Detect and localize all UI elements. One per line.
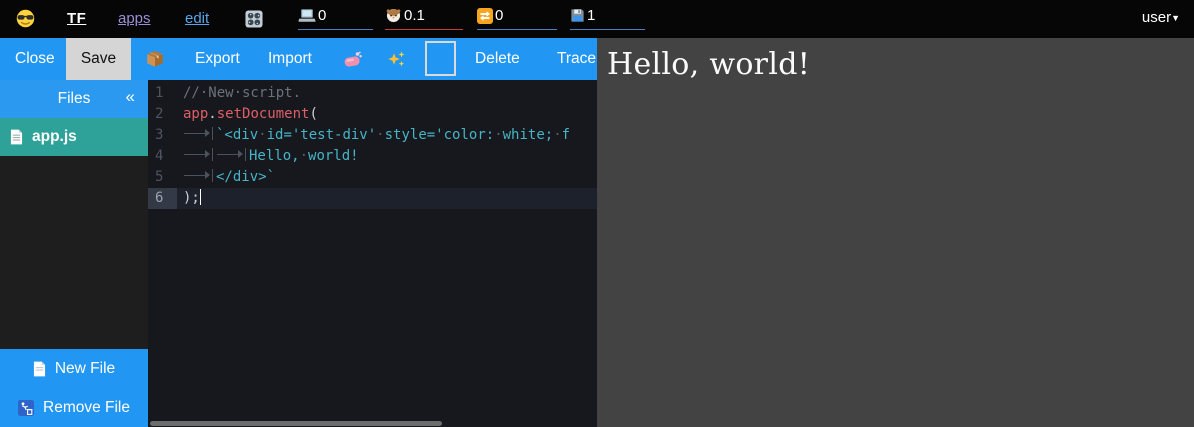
trace-button[interactable]: Trace [557,38,596,80]
tab-marker [216,148,246,161]
code-line: 1 //·New·script. [148,83,597,104]
stat-hamster[interactable]: 0.1 [385,7,463,30]
code-content: ); [177,188,201,209]
code-token: id='test-div' [267,127,377,143]
user-menu-label: user [1142,9,1171,26]
files-header-title: Files [58,90,91,108]
chevron-down-icon: ▼ [1171,13,1180,23]
code-token: style='color: [385,127,495,143]
line-number: 5 [148,167,177,188]
code-line: 2app.setDocument( [148,104,597,125]
stat-laptop[interactable]: 0 [298,7,373,30]
code-line: 6); [148,188,597,209]
laptop-icon [298,7,316,23]
user-menu[interactable]: user▼ [1142,9,1180,26]
code-token: · [553,127,561,143]
top-bar: TF apps edit 0 [0,0,1194,38]
code-token: ( [309,106,317,122]
code-token: ); [183,190,200,206]
code-token: · [300,148,308,164]
code-token: · [494,127,502,143]
line-number: 2 [148,104,177,125]
document-icon [10,129,23,145]
code-editor[interactable]: 1//·New·script.2app.setDocument(3`<div·i… [148,80,597,427]
nav-link-apps[interactable]: apps [118,9,151,29]
tab-marker [183,148,213,161]
soap-button[interactable] [343,38,363,80]
code-line: 4Hello,·world! [148,146,597,167]
stat-repeat-value: 0 [495,7,503,24]
code-content: Hello,·world! [177,146,359,167]
package-button[interactable] [146,38,164,80]
export-button[interactable]: Export [195,38,240,80]
sparkles-icon [387,50,406,69]
delete-button[interactable]: Delete [475,38,520,80]
stat-floppy-value: 1 [587,7,595,24]
sunglasses-face-icon[interactable] [16,9,35,28]
floppy-disk-icon [570,7,585,23]
code-content: //·New·script. [177,83,301,104]
collapse-sidebar-icon[interactable]: « [126,87,135,107]
line-number: 4 [148,146,177,167]
litter-bin-icon [18,400,34,416]
code-content: </div>` [177,167,275,188]
sidebar-actions: New File Remove File [0,349,148,427]
code-token: white; [503,127,554,143]
sparkles-button[interactable] [387,38,406,80]
code-token: world! [308,148,359,164]
file-item-appjs[interactable]: app.js [0,118,148,156]
nav-link-edit[interactable]: edit [185,9,209,29]
code-lines: 1//·New·script.2app.setDocument(3`<div·i… [148,80,597,209]
brand-link[interactable]: TF [67,9,86,29]
code-line: 3`<div·id='test-div'·style='color:·white… [148,125,597,146]
remove-file-button[interactable]: Remove File [0,388,148,427]
soap-icon [343,51,363,68]
remove-file-label: Remove File [43,399,130,417]
code-token: app [183,106,208,122]
stat-repeat[interactable]: 0 [477,7,557,30]
document-preview: Hello, world! [597,38,1194,427]
tab-marker [183,169,213,182]
hamster-icon [385,7,402,23]
file-item-name: app.js [32,128,77,146]
control-knobs-icon[interactable] [245,10,263,28]
stat-hamster-value: 0.1 [404,7,425,24]
editor-toolbar: Close Save Export Import [0,38,597,80]
code-content: app.setDocument( [177,104,318,125]
code-token: //·New·script. [183,85,301,101]
line-number: 6 [148,188,177,209]
stat-laptop-value: 0 [318,7,326,24]
code-token: f [562,127,570,143]
tab-marker [183,127,213,140]
new-file-label: New File [55,360,115,378]
preview-heading: Hello, world! [607,47,1194,82]
line-number: 3 [148,125,177,146]
text-cursor [200,189,202,205]
new-document-icon [33,361,46,377]
code-token: · [258,127,266,143]
code-token: . [208,106,216,122]
code-token: `<div [216,127,258,143]
line-number: 1 [148,83,177,104]
save-button[interactable]: Save [66,38,131,80]
import-button[interactable]: Import [268,38,312,80]
horizontal-scrollbar[interactable] [150,421,442,426]
code-token: · [376,127,384,143]
repeat-icon [477,7,493,24]
code-token: Hello, [249,148,300,164]
files-header: Files « [0,80,148,118]
stat-floppy[interactable]: 1 [570,7,645,30]
code-line: 5 </div>` [148,167,597,188]
package-icon [146,50,164,68]
code-token: setDocument [217,106,310,122]
empty-swatch-button[interactable] [425,41,456,76]
new-file-button[interactable]: New File [0,349,148,388]
code-token: </div>` [216,169,275,185]
files-sidebar: Files « app.js New File [0,80,148,427]
close-button[interactable]: Close [15,38,55,80]
code-content: `<div·id='test-div'·style='color:·white;… [177,125,570,146]
